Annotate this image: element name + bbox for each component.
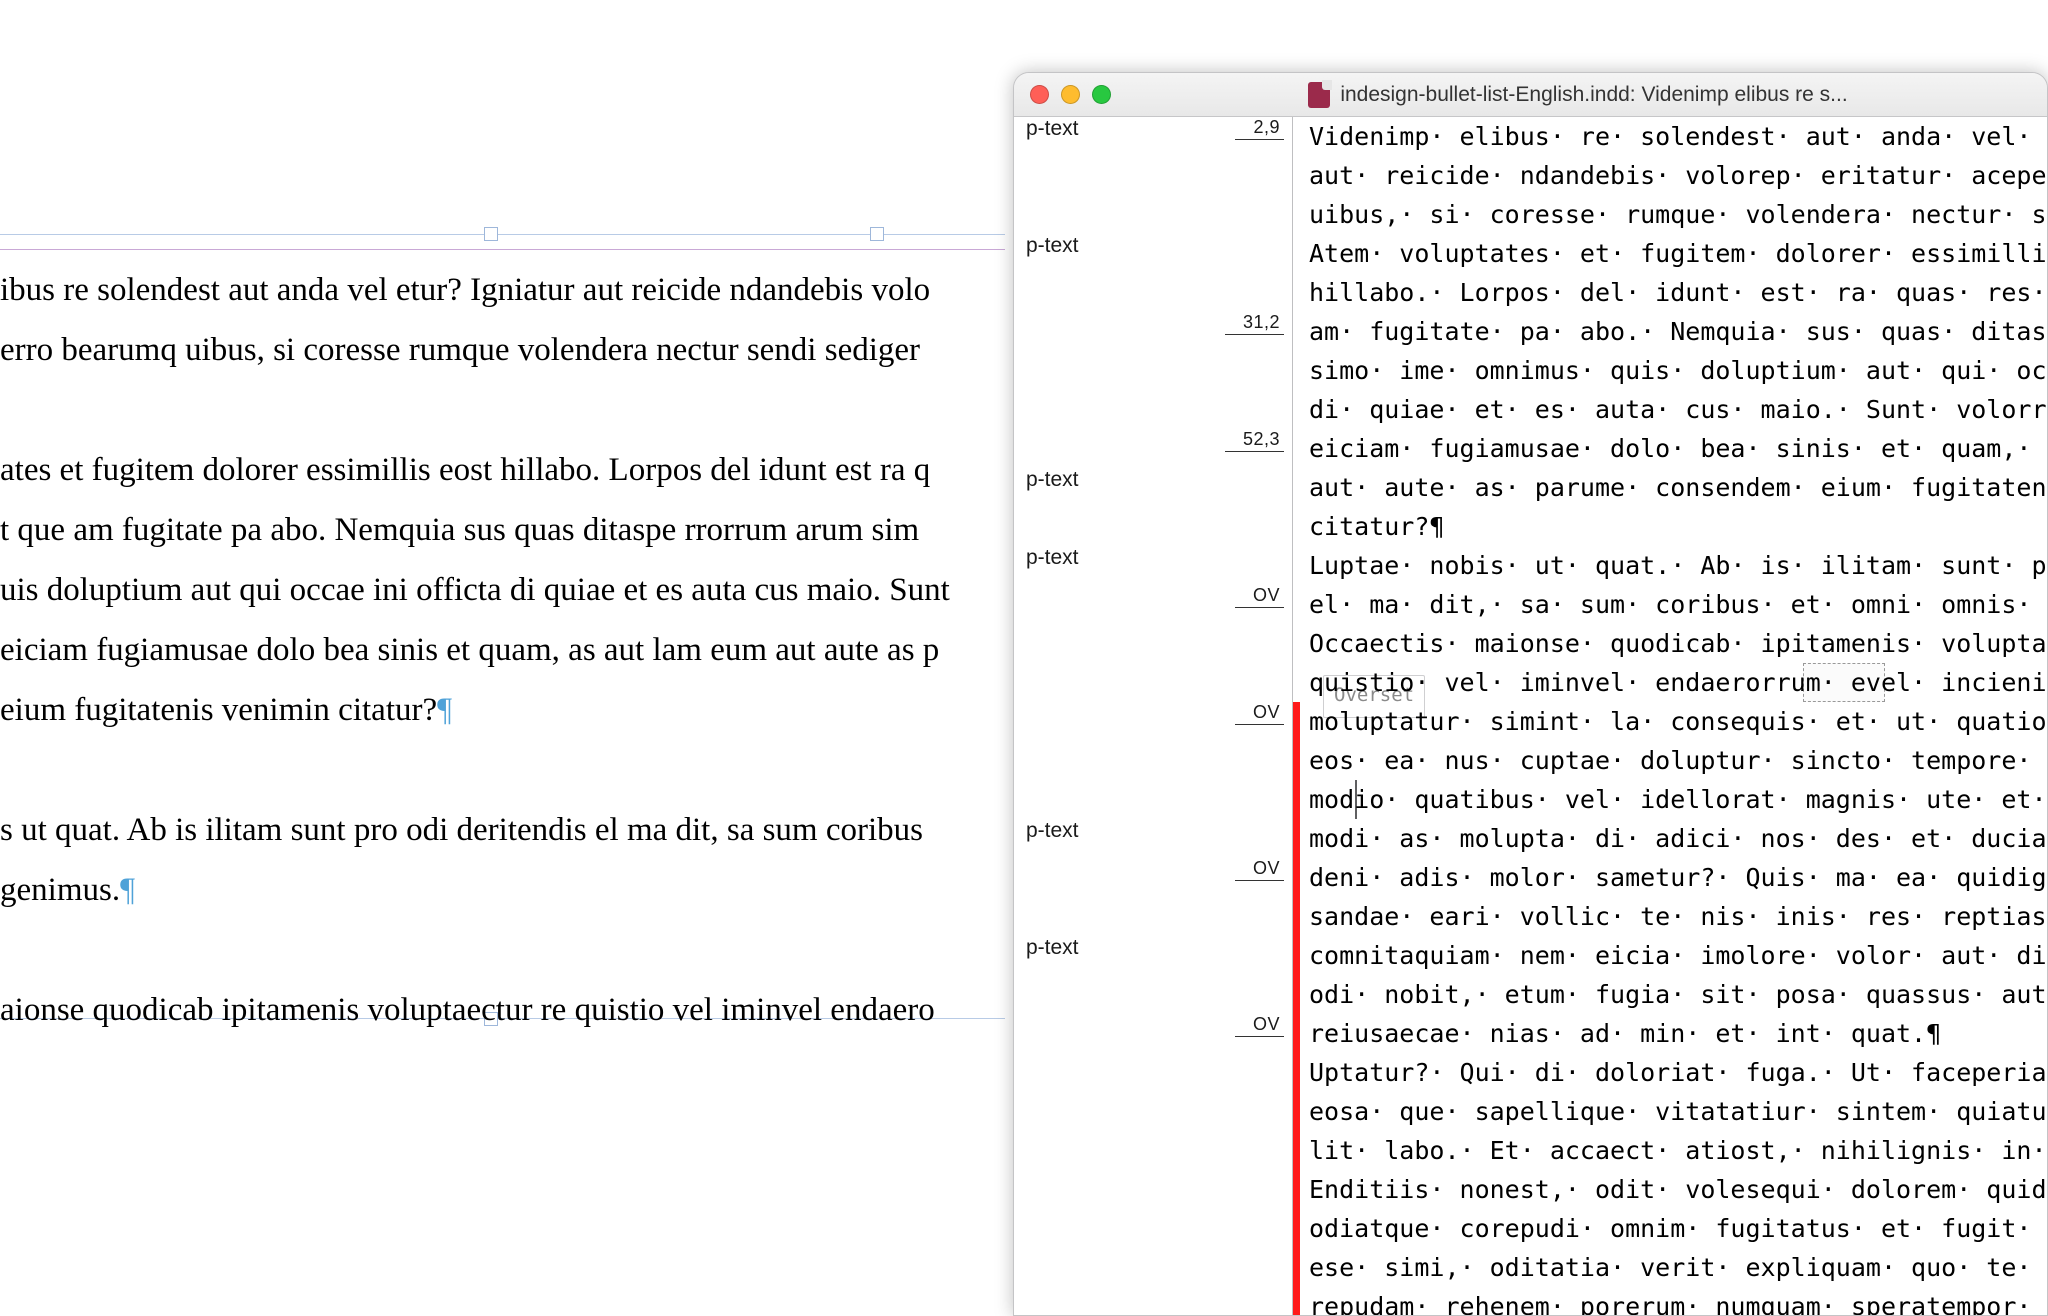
gutter-row[interactable] <box>1026 975 1284 1014</box>
layout-line: genimus. <box>0 872 120 908</box>
depth-value: OV <box>1235 1014 1284 1037</box>
layout-line: ibus re solendest aut anda vel etur? Ign… <box>0 272 930 308</box>
layout-line: eium fugitatenis venimin citatur? <box>0 692 437 728</box>
story-text-column[interactable]: Overset Videnimp· elibus· re· solendest·… <box>1293 117 2047 1315</box>
gutter-row[interactable]: 52,3 <box>1026 429 1284 468</box>
gutter-row[interactable]: OV <box>1026 1014 1284 1053</box>
window-title: indesign-bullet-list-English.indd: Viden… <box>1340 83 1847 107</box>
paragraph-style-name: p-text <box>1026 819 1079 843</box>
story-line[interactable]: Luptae· nobis· ut· quat.· Ab· is· ilitam… <box>1309 546 2047 585</box>
story-line[interactable]: lit· labo.· Et· accaect· atiost,· nihili… <box>1309 1131 2047 1170</box>
story-line[interactable]: comnitaquiam· nem· eicia· imolore· volor… <box>1309 936 2047 975</box>
story-line[interactable]: di· quiae· et· es· auta· cus· maio.· Sun… <box>1309 390 2047 429</box>
close-button[interactable] <box>1030 85 1049 104</box>
paragraph-style-name: p-text <box>1026 117 1079 141</box>
layout-line: ates et fugitem dolorer essimillis eost … <box>0 452 930 488</box>
layout-view[interactable]: ibus re solendest aut anda vel etur? Ign… <box>0 0 1005 1316</box>
story-line[interactable]: citatur?¶ <box>1309 507 1444 546</box>
story-line[interactable]: Occaectis· maionse· quodicab· ipitamenis… <box>1309 624 2047 663</box>
pilcrow-icon: ¶ <box>120 872 135 908</box>
story-line[interactable]: aut· aute· as· parume· consendem· eium· … <box>1309 468 2047 507</box>
story-line[interactable]: aut· reicide· ndandebis· volorep· eritat… <box>1309 156 2047 195</box>
window-controls <box>1030 85 1111 104</box>
story-line[interactable]: el· ma· dit,· sa· sum· coribus· et· omni… <box>1309 585 2047 624</box>
story-line[interactable]: Uptatur?· Qui· di· doloriat· fuga.· Ut· … <box>1309 1053 2047 1092</box>
gutter-row[interactable] <box>1026 351 1284 390</box>
layout-line: erro bearumq uibus, si coresse rumque vo… <box>0 332 920 368</box>
gutter-row[interactable]: 31,2 <box>1026 312 1284 351</box>
story-line[interactable]: eiciam· fugiamusae· dolo· bea· sinis· et… <box>1309 429 2047 468</box>
minimize-button[interactable] <box>1061 85 1080 104</box>
story-line[interactable]: ese· simi,· oditatia· verit· expliquam· … <box>1309 1248 2047 1287</box>
gutter-row[interactable]: p-text <box>1026 819 1284 858</box>
layout-text-content[interactable]: ibus re solendest aut anda vel etur? Ign… <box>0 260 1005 1100</box>
layout-line: eiciam fugiamusae dolo bea sinis et quam… <box>0 632 939 668</box>
story-line[interactable]: Atem· voluptates· et· fugitem· dolorer· … <box>1309 234 2047 273</box>
layout-line: uis doluptium aut qui occae ini officta … <box>0 572 950 608</box>
overset-indicator-bar <box>1293 702 1300 1315</box>
story-line[interactable]: Enditiis· nonest,· odit· volesequi· dolo… <box>1309 1170 2047 1209</box>
story-line[interactable]: Videnimp· elibus· re· solendest· aut· an… <box>1309 117 2047 156</box>
gutter-row[interactable]: OV <box>1026 858 1284 897</box>
gutter-row[interactable]: OV <box>1026 702 1284 741</box>
gutter-row[interactable]: p-text 2,9 <box>1026 117 1284 156</box>
depth-value: OV <box>1235 585 1284 608</box>
paragraph-style-name: p-text <box>1026 546 1079 570</box>
story-line[interactable]: modi· as· molupta· di· adici· nos· des· … <box>1309 819 2047 858</box>
gutter-row[interactable]: OV <box>1026 585 1284 624</box>
story-gutter[interactable]: p-text 2,9 p-text 31,2 52,3 p-text p-text OV OV p… <box>1014 117 1293 1315</box>
story-line[interactable]: uibus,· si· coresse· rumque· volendera· … <box>1309 195 2047 234</box>
window-titlebar[interactable]: indesign-bullet-list-English.indd: Viden… <box>1014 73 2047 117</box>
zoom-button[interactable] <box>1092 85 1111 104</box>
story-line[interactable]: eosa· que· sapellique· vitatatiur· sinte… <box>1309 1092 2047 1131</box>
layout-line: t que am fugitate pa abo. Nemquia sus qu… <box>0 512 919 548</box>
gutter-row[interactable]: p-text <box>1026 546 1284 585</box>
layout-line: aionse quodicab ipitamenis voluptaectur … <box>0 992 935 1028</box>
depth-value: OV <box>1235 858 1284 881</box>
story-line[interactable]: quistio· vel· iminvel· endaerorrum· evel… <box>1309 663 2047 702</box>
frame-handle[interactable] <box>484 227 498 241</box>
gutter-row[interactable]: p-text <box>1026 234 1284 273</box>
story-line[interactable]: modio· quatibus· vel· idellorat· magnis·… <box>1309 780 2047 819</box>
paragraph-style-name: p-text <box>1026 936 1079 960</box>
story-line[interactable]: repudam· rehenem· porerum· numquam· sper… <box>1309 1287 2047 1315</box>
gutter-row[interactable] <box>1026 741 1284 780</box>
story-editor-window[interactable]: indesign-bullet-list-English.indd: Viden… <box>1013 72 2048 1316</box>
story-line[interactable]: deni· adis· molor· sametur?· Quis· ma· e… <box>1309 858 2047 897</box>
story-line[interactable]: am· fugitate· pa· abo.· Nemquia· sus· qu… <box>1309 312 2047 351</box>
paragraph-style-name: p-text <box>1026 468 1079 492</box>
gutter-row[interactable]: p-text <box>1026 936 1284 975</box>
pilcrow-icon: ¶ <box>437 692 452 728</box>
story-line[interactable]: odiatque· corepudi· omnim· fugitatus· et… <box>1309 1209 2047 1248</box>
depth-value: 31,2 <box>1225 312 1284 335</box>
gutter-row[interactable] <box>1026 624 1284 663</box>
gutter-row[interactable]: p-text <box>1026 468 1284 507</box>
story-line[interactable]: simo· ime· omnimus· quis· doluptium· aut… <box>1309 351 2047 390</box>
story-line[interactable]: hillabo.· Lorpos· del· idunt· est· ra· q… <box>1309 273 2047 312</box>
paragraph-style-name: p-text <box>1026 234 1079 258</box>
gutter-row[interactable] <box>1026 780 1284 819</box>
story-line[interactable]: eos· ea· nus· cuptae· doluptur· sincto· … <box>1309 741 2047 780</box>
story-line[interactable]: moluptatur· simint· la· consequis· et· u… <box>1309 702 2047 741</box>
story-line[interactable]: sandae· eari· vollic· te· nis· inis· res… <box>1309 897 2047 936</box>
gutter-row[interactable] <box>1026 897 1284 936</box>
gutter-row[interactable] <box>1026 663 1284 702</box>
depth-value: OV <box>1235 702 1284 725</box>
depth-value: 2,9 <box>1235 117 1284 140</box>
indesign-doc-icon <box>1308 82 1330 108</box>
depth-value: 52,3 <box>1225 429 1284 452</box>
story-line[interactable]: odi· nobit,· etum· fugia· sit· posa· qua… <box>1309 975 2047 1014</box>
layout-line: s ut quat. Ab is ilitam sunt pro odi der… <box>0 812 923 848</box>
story-line[interactable]: reiusaecae· nias· ad· min· et· int· quat… <box>1309 1014 1941 1053</box>
gutter-row[interactable] <box>1026 390 1284 429</box>
frame-handle[interactable] <box>870 227 884 241</box>
